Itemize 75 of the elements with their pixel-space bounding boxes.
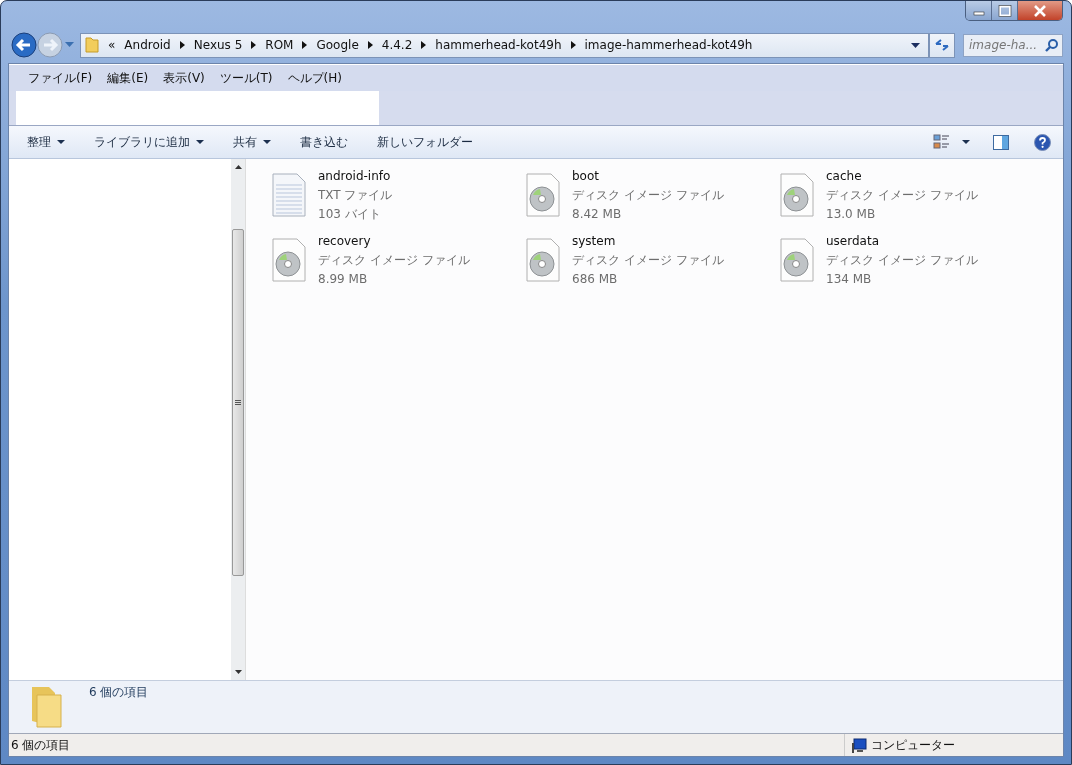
menu-item[interactable]: ヘルプ(H) xyxy=(287,69,342,87)
view-options-icon[interactable] xyxy=(933,134,951,150)
caret-icon xyxy=(196,140,204,144)
caret-icon xyxy=(263,140,271,144)
file-type: ディスク イメージ ファイル xyxy=(826,187,978,204)
help-icon[interactable] xyxy=(1034,133,1051,151)
menu-item[interactable]: 表示(V) xyxy=(163,69,205,87)
breadcrumb-arrow-icon[interactable] xyxy=(421,41,427,49)
toolbar-button[interactable]: ライブラリに追加 xyxy=(86,130,212,154)
security-zone: コンピューター xyxy=(871,736,955,754)
toolbar-button[interactable]: 新しいフォルダー xyxy=(369,130,481,154)
file-size: 8.42 MB xyxy=(572,206,623,223)
breadcrumb[interactable]: Nexus 5 xyxy=(193,38,243,52)
maximize-icon xyxy=(997,4,1012,17)
breadcrumb-arrow-icon[interactable] xyxy=(570,41,576,49)
toolbar-button[interactable]: 書き込む xyxy=(292,130,356,154)
menu-item[interactable]: ファイル(F) xyxy=(28,69,93,87)
file-name[interactable]: recovery xyxy=(318,232,470,251)
file-type: ディスク イメージ ファイル xyxy=(826,252,978,269)
close-button[interactable] xyxy=(1018,1,1062,20)
breadcrumb[interactable]: ROM xyxy=(265,38,294,52)
file-name[interactable]: cache xyxy=(826,167,978,186)
breadcrumb[interactable]: Android xyxy=(124,38,171,52)
file-type: ディスク イメージ ファイル xyxy=(572,252,724,269)
item-count: 6 個の項目 xyxy=(89,684,149,701)
file-size: 13.0 MB xyxy=(826,206,877,223)
computer-icon xyxy=(851,737,867,753)
refresh-icon xyxy=(934,38,950,52)
address-bar[interactable]: « Android Nexus 5 ROM Google 4.4.2 hammerhead-kot49h image-hammerhead-kot49h xyxy=(80,32,929,58)
file-name[interactable]: userdata xyxy=(826,232,978,251)
breadcrumb-arrow-icon[interactable] xyxy=(251,41,257,49)
caret-icon[interactable] xyxy=(962,140,970,144)
maximize-button[interactable] xyxy=(992,1,1018,20)
menu-item[interactable]: ツール(T) xyxy=(219,69,273,87)
breadcrumb[interactable]: 4.4.2 xyxy=(381,38,413,52)
file-type: TXT ファイル xyxy=(318,187,393,204)
disc-image-file-icon[interactable] xyxy=(526,238,560,282)
file-size: 8.99 MB xyxy=(318,271,369,288)
preview-pane-icon[interactable] xyxy=(993,134,1009,150)
scroll-thumb[interactable] xyxy=(232,229,244,576)
scroll-down-icon[interactable] xyxy=(234,670,242,674)
file-size: 134 MB xyxy=(826,271,873,288)
menu-item[interactable]: 編集(E) xyxy=(107,69,149,87)
dropdown-icon[interactable] xyxy=(911,42,920,48)
breadcrumb-arrow-icon[interactable] xyxy=(179,41,185,49)
breadcrumb[interactable]: hammerhead-kot49h xyxy=(435,38,562,52)
file-type: ディスク イメージ ファイル xyxy=(318,252,470,269)
disc-image-file-icon[interactable] xyxy=(780,173,814,217)
breadcrumb-arrow-icon[interactable] xyxy=(302,41,308,49)
scroll-up-icon[interactable] xyxy=(234,165,242,169)
disc-image-file-icon[interactable] xyxy=(272,238,306,282)
minimize-button[interactable] xyxy=(966,1,992,20)
scrollbar[interactable] xyxy=(231,159,246,680)
file-size: 686 MB xyxy=(572,271,619,288)
breadcrumb[interactable]: image-hammerhead-kot49h xyxy=(584,38,753,52)
file-name[interactable]: android-info xyxy=(318,167,393,186)
overflow-chevron[interactable]: « xyxy=(108,38,116,52)
disc-image-file-icon[interactable] xyxy=(526,173,560,217)
toolbar-button[interactable]: 共有 xyxy=(225,130,279,154)
search-icon[interactable] xyxy=(1045,38,1058,52)
search-field[interactable]: image-ha... xyxy=(963,33,1063,57)
disc-image-file-icon[interactable] xyxy=(780,238,814,282)
status-item-count: 6 個の項目 xyxy=(11,736,71,754)
breadcrumb[interactable]: Google xyxy=(316,38,359,52)
caret-icon xyxy=(57,140,65,144)
file-name[interactable]: boot xyxy=(572,167,724,186)
file-name[interactable]: system xyxy=(572,232,724,251)
close-icon xyxy=(1033,4,1047,17)
back-button[interactable] xyxy=(11,32,37,58)
breadcrumb-arrow-icon[interactable] xyxy=(367,41,373,49)
file-size: 103 バイト xyxy=(318,206,382,223)
folder-icon xyxy=(85,37,99,53)
file-type: ディスク イメージ ファイル xyxy=(572,187,724,204)
refresh-button[interactable] xyxy=(929,32,955,58)
toolbar-button[interactable]: 整理 xyxy=(19,130,73,154)
